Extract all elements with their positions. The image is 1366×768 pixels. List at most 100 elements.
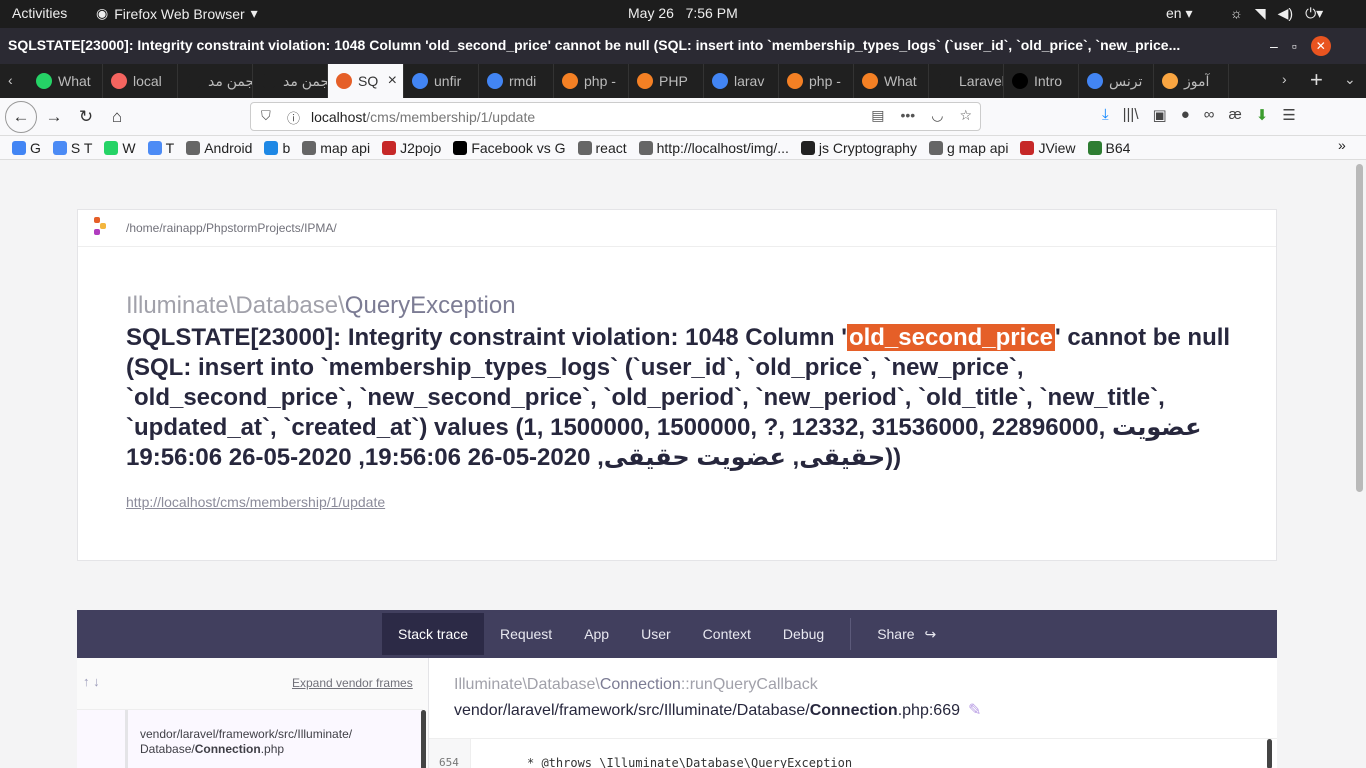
sidebar-icon[interactable]: ▣ bbox=[1153, 106, 1167, 124]
scroll-tabs-left-icon[interactable]: ‹ bbox=[8, 72, 13, 88]
browser-tab[interactable]: What bbox=[854, 64, 929, 98]
panel-tab[interactable]: Context bbox=[687, 613, 767, 655]
bookmark-item[interactable]: react bbox=[577, 140, 627, 156]
browser-tab[interactable]: Intro bbox=[1004, 64, 1079, 98]
browser-tab[interactable]: آموز bbox=[1154, 64, 1229, 98]
browser-tab[interactable]: rmdi bbox=[479, 64, 554, 98]
browser-tab[interactable]: local bbox=[103, 64, 178, 98]
library-icon[interactable]: |||\ bbox=[1123, 106, 1139, 124]
more-bookmarks-icon[interactable]: » bbox=[1338, 137, 1346, 153]
minimize-button[interactable]: – bbox=[1270, 38, 1278, 54]
bookmark-item[interactable]: Facebook vs G bbox=[453, 140, 566, 156]
bookmark-item[interactable]: J2pojo bbox=[382, 140, 441, 156]
maximize-button[interactable]: ▫ bbox=[1292, 38, 1297, 54]
bookmark-item[interactable]: G bbox=[12, 140, 41, 156]
shield-icon[interactable]: ⛉ bbox=[261, 108, 271, 124]
bookmark-item[interactable]: T bbox=[147, 140, 174, 156]
browser-tab[interactable]: انجمن مد bbox=[178, 64, 253, 98]
forward-button[interactable]: → bbox=[40, 104, 68, 130]
folder-icon bbox=[186, 140, 201, 155]
google-icon bbox=[412, 73, 428, 89]
bookmark-star-icon[interactable]: ☆ bbox=[959, 107, 972, 124]
url-bar[interactable]: ⛉ ⓘ localhost/cms/membership/1/update ▤ … bbox=[250, 102, 981, 131]
bookmark-item[interactable]: b bbox=[264, 140, 290, 156]
system-tray[interactable]: ☼ ◥ ◀) ⏻▾ bbox=[1230, 5, 1323, 22]
bookmark-item[interactable]: Android bbox=[186, 140, 252, 156]
download-icon[interactable]: ⤓ bbox=[1102, 106, 1109, 124]
expand-vendor-frames-link[interactable]: Expand vendor frames bbox=[292, 676, 413, 690]
folder-icon bbox=[577, 140, 592, 155]
activities-button[interactable]: Activities bbox=[12, 5, 67, 21]
wifi-icon: ◥ bbox=[1254, 5, 1266, 21]
browser-tab[interactable]: انجمن مد bbox=[253, 64, 328, 98]
new-tab-button[interactable]: + bbox=[1310, 67, 1323, 93]
bookmark-item[interactable]: B64 bbox=[1087, 140, 1130, 156]
window-titlebar: SQLSTATE[23000]: Integrity constraint vi… bbox=[0, 28, 1366, 64]
input-language[interactable]: en ▾ bbox=[1166, 5, 1193, 22]
browser-tab[interactable]: What bbox=[28, 64, 103, 98]
code-line: * @throws \Illuminate\Database\QueryExce… bbox=[527, 756, 853, 768]
browser-tab[interactable]: PHP bbox=[629, 64, 704, 98]
bookmark-item[interactable]: map api bbox=[302, 140, 370, 156]
browser-tab[interactable]: ترنس bbox=[1079, 64, 1154, 98]
panel-tab[interactable]: Debug bbox=[767, 613, 840, 655]
home-button[interactable]: ⌂ bbox=[103, 104, 131, 130]
bookmark-label: b bbox=[282, 139, 291, 156]
bookmark-item[interactable]: g map api bbox=[928, 140, 1008, 156]
back-button[interactable]: ← bbox=[5, 101, 37, 133]
stack-frames-list: ↑ ↓ Expand vendor frames vendor/laravel/… bbox=[77, 658, 429, 768]
bookmark-item[interactable]: js Cryptography bbox=[800, 139, 917, 156]
browser-tab[interactable]: php - bbox=[554, 64, 629, 98]
browser-tab[interactable]: SQ × bbox=[328, 64, 404, 98]
scroll-tabs-right-icon[interactable]: › bbox=[1282, 71, 1287, 87]
joomla-icon bbox=[1162, 73, 1178, 89]
panel-tab[interactable]: User bbox=[625, 613, 687, 655]
panel-tab[interactable]: App bbox=[568, 613, 625, 655]
browser-tab[interactable]: php - bbox=[779, 64, 854, 98]
google-icon bbox=[1087, 73, 1103, 89]
debug-panel: Stack trace Request App User Context Debug Sha… bbox=[77, 610, 1277, 768]
bookmark-item[interactable]: S T bbox=[52, 140, 92, 156]
clock[interactable]: May 26 7:56 PM bbox=[628, 5, 738, 21]
info-icon[interactable]: ⓘ bbox=[287, 108, 300, 127]
list-all-tabs-icon[interactable]: ⌄ bbox=[1344, 71, 1356, 88]
reload-button[interactable]: ↻ bbox=[72, 104, 100, 130]
menu-icon[interactable]: ☰ bbox=[1282, 106, 1295, 124]
app-menu[interactable]: ◉ Firefox Web Browser ▾ bbox=[96, 5, 258, 22]
tab-label: local bbox=[133, 73, 162, 89]
frames-scrollbar[interactable] bbox=[421, 710, 426, 768]
share-button[interactable]: Share ↪ bbox=[861, 613, 952, 656]
translate-icon bbox=[147, 140, 162, 155]
ignition-logo-icon bbox=[94, 217, 108, 239]
frame-nav-arrows-icon[interactable]: ↑ ↓ bbox=[83, 674, 100, 689]
request-url-link[interactable]: http://localhost/cms/membership/1/update bbox=[126, 494, 385, 510]
bookmark-item[interactable]: http://localhost/img/... bbox=[638, 140, 789, 156]
close-tab-icon[interactable]: × bbox=[388, 72, 397, 90]
extension-icon[interactable]: ∞ bbox=[1204, 106, 1215, 124]
bookmark-label: js Cryptography bbox=[818, 139, 917, 156]
url-text[interactable]: localhost/cms/membership/1/update bbox=[311, 109, 535, 125]
bookmark-item[interactable]: JView bbox=[1020, 140, 1076, 156]
browser-tab[interactable]: Laravel- bbox=[929, 64, 1004, 98]
bookmark-item[interactable]: W bbox=[104, 140, 136, 156]
extension-ae-icon[interactable]: æ bbox=[1228, 106, 1241, 124]
stackoverflow-icon bbox=[637, 73, 653, 89]
edit-pencil-icon[interactable]: ✎ bbox=[968, 702, 981, 719]
pocket-icon[interactable]: ◡ bbox=[931, 107, 943, 124]
reader-view-icon[interactable]: ▤ bbox=[871, 107, 884, 124]
stack-frame[interactable]: vendor/laravel/framework/src/Illuminate/… bbox=[77, 709, 423, 768]
whatsapp-icon bbox=[104, 140, 119, 155]
close-window-button[interactable]: ✕ bbox=[1310, 36, 1331, 56]
account-icon[interactable]: ● bbox=[1181, 106, 1190, 124]
extension-android-icon[interactable]: ⬇ bbox=[1256, 106, 1269, 124]
browser-tab[interactable]: unfir bbox=[404, 64, 479, 98]
panel-tab[interactable]: Request bbox=[484, 613, 568, 655]
browser-tab[interactable]: larav bbox=[704, 64, 779, 98]
page-scrollbar[interactable] bbox=[1356, 164, 1363, 492]
panel-tab[interactable]: Stack trace bbox=[382, 613, 485, 655]
github-icon bbox=[800, 140, 815, 155]
exception-card: /home/rainapp/PhpstormProjects/IPMA/ Ill… bbox=[77, 209, 1277, 561]
line-number: 654 bbox=[429, 739, 471, 768]
page-actions-icon[interactable]: ••• bbox=[901, 107, 916, 124]
code-scrollbar[interactable] bbox=[1267, 739, 1272, 768]
